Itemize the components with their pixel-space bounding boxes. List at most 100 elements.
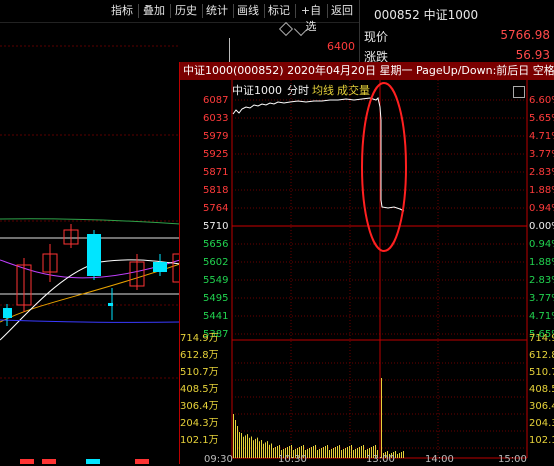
volume-bar (233, 414, 234, 458)
volume-bar (319, 449, 320, 458)
pct-tick-down-2: 1.88% (529, 257, 554, 268)
volume-bar (237, 426, 238, 458)
diamond-icon[interactable] (278, 21, 294, 37)
volume-bar (403, 451, 404, 458)
back-button[interactable]: 返回 (328, 3, 356, 19)
price-tick-5818: 5818 (203, 185, 229, 196)
history-button[interactable]: 历史 (172, 3, 200, 19)
volume-bar (317, 450, 318, 458)
volume-bar (245, 435, 246, 458)
volume-bar (269, 444, 270, 458)
price-tick-5495: 5495 (203, 293, 229, 304)
volume-bar (401, 452, 402, 458)
price-label: 现价 (364, 30, 389, 44)
vol-tick-right-5: 306.4万 (529, 401, 554, 412)
price-tick-5441: 5441 (203, 311, 229, 322)
volume-bar (261, 440, 262, 458)
price-tick-5602: 5602 (203, 257, 229, 268)
time-tick-1400: 14:00 (425, 454, 454, 465)
time-tick-1500: 15:00 (498, 454, 527, 465)
pct-tick-down-4: 3.77% (529, 293, 554, 304)
pct-tick-up-1: 6.60% (529, 95, 554, 106)
volume-bar (359, 447, 360, 458)
volume-bar (363, 445, 364, 458)
volume-bar (259, 441, 260, 458)
vol-tick-left-5: 306.4万 (180, 401, 219, 412)
draw-line-button[interactable]: 画线 (234, 3, 262, 19)
mark-button[interactable]: 标记 (265, 3, 293, 19)
statistics-button[interactable]: 统计 (203, 3, 231, 19)
price-tick-6087: 6087 (203, 95, 229, 106)
volume-bar (399, 453, 400, 458)
volume-bar (327, 445, 328, 458)
price-tick-base: 5710 (203, 221, 229, 232)
pct-tick-up-5: 2.83% (529, 167, 554, 178)
volume-bar (333, 448, 334, 458)
pct-tick-down-1: 0.94% (529, 239, 554, 250)
overlay-button[interactable]: 叠加 (140, 3, 168, 19)
price-tick-5925: 5925 (203, 149, 229, 160)
volume-bar (335, 447, 336, 458)
quote-panel: 000852 中证1000 现价 5766.98 涨跌 56.93 (359, 0, 554, 64)
vol-tick-left-4: 408.5万 (180, 384, 219, 395)
time-tick-0930: 09:30 (204, 454, 233, 465)
volume-bar (349, 446, 350, 458)
kline-price-label: 6400 (327, 40, 355, 53)
volume-bar (243, 436, 244, 458)
volume-bar (257, 437, 258, 458)
volume-bar (311, 447, 312, 458)
volume-bar (329, 450, 330, 458)
vol-tick-right-3: 510.7万 (529, 367, 554, 378)
time-tick-1030: 10:30 (278, 454, 307, 465)
pct-tick-down-3: 2.83% (529, 275, 554, 286)
volume-bar (241, 433, 242, 458)
vol-tick-left-7: 102.1万 (180, 435, 219, 446)
volume-bar (381, 378, 382, 458)
vol-tick-left-6: 204.3万 (180, 418, 219, 429)
price-tick-6033: 6033 (203, 113, 229, 124)
volume-bar (341, 450, 342, 458)
volume-bar (309, 448, 310, 458)
vol-tick-right-1: 714.9万 (529, 333, 554, 344)
vol-tick-left-2: 612.8万 (180, 350, 219, 361)
volume-bar (347, 447, 348, 458)
indicator-button[interactable]: 指标 (108, 3, 136, 19)
volume-bar (325, 446, 326, 458)
kline-chart (0, 45, 180, 464)
price-tick-5871: 5871 (203, 167, 229, 178)
volume-bar (345, 448, 346, 458)
pct-tick-down-5: 4.71% (529, 311, 554, 322)
intraday-window: 中证1000(000852) 2020年04月20日 星期一 PageUp/Do… (179, 62, 554, 465)
volume-bar (397, 454, 398, 458)
volume-bar (253, 440, 254, 458)
volume-bar (263, 443, 264, 458)
volume-bar (251, 436, 252, 458)
price-tick-5979: 5979 (203, 131, 229, 142)
volume-bar (321, 448, 322, 458)
vol-tick-left-3: 510.7万 (180, 367, 219, 378)
toolbar: 指标 叠加 历史 统计 画线 标记 +自选 返回 (0, 0, 359, 33)
vol-tick-right-4: 408.5万 (529, 384, 554, 395)
price-tick-5764: 5764 (203, 203, 229, 214)
vol-tick-right-7: 102.1万 (529, 435, 554, 446)
price-tick-5549: 5549 (203, 275, 229, 286)
pct-tick-up-7: 0.94% (529, 203, 554, 214)
volume-bar (331, 449, 332, 458)
pct-tick-base: 0.00% (529, 221, 554, 232)
volume-bar (361, 446, 362, 458)
volume-bar (307, 449, 308, 458)
volume-bar (235, 420, 236, 458)
quote-title: 000852 中证1000 (374, 8, 479, 22)
volume-bar (337, 446, 338, 458)
volume-bar (249, 437, 250, 458)
volume-bar (271, 443, 272, 458)
volume-bar (315, 445, 316, 458)
pct-tick-up-6: 1.88% (529, 185, 554, 196)
time-tick-1300: 13:00 (366, 454, 395, 465)
volume-bar (355, 449, 356, 458)
add-watchlist-button[interactable]: +自选 (296, 3, 326, 33)
volume-bar (313, 446, 314, 458)
volume-bars (233, 378, 404, 458)
volume-bar (273, 448, 274, 458)
volume-bar (351, 445, 352, 458)
